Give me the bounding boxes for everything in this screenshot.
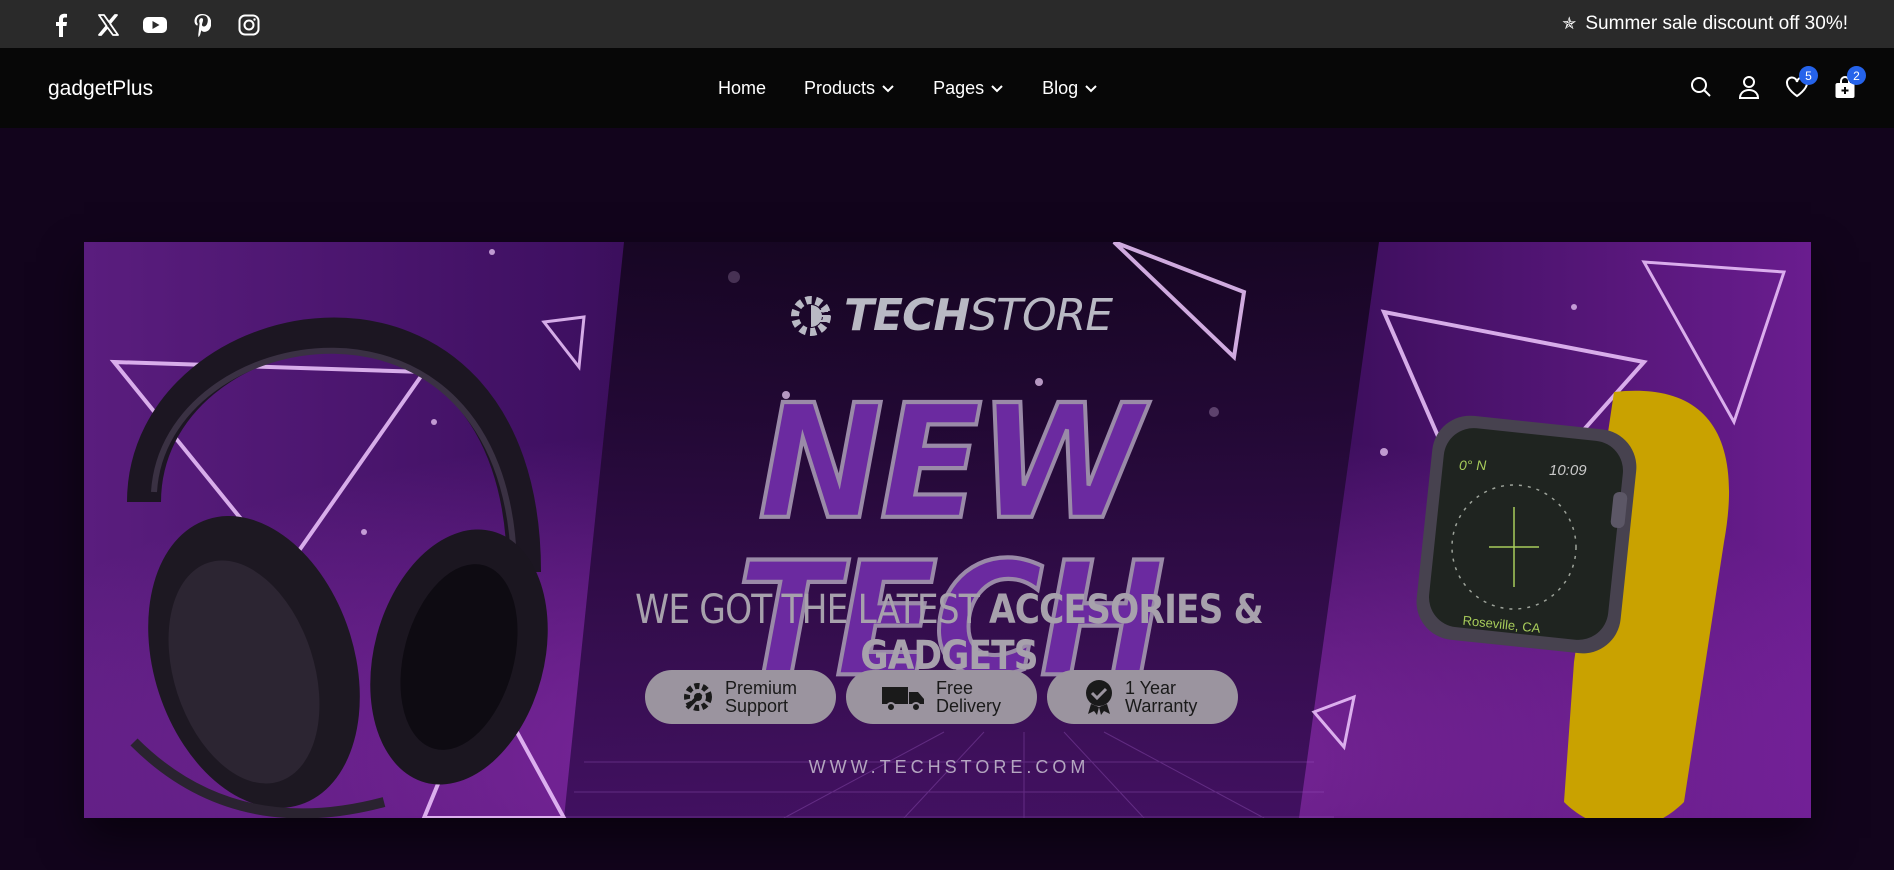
account-button[interactable] xyxy=(1736,74,1762,100)
feature-line2: Warranty xyxy=(1125,696,1198,716)
menu-item-label: Pages xyxy=(933,78,985,98)
pinterest-icon[interactable] xyxy=(189,12,214,37)
main-menu: Home Products Pages Blog xyxy=(718,78,1098,99)
menu-item-label: Home xyxy=(718,78,767,98)
feature-pills: Premium Support Free Delivery 1 Year War… xyxy=(645,670,1238,724)
menu-item-blog[interactable]: Blog xyxy=(1042,78,1098,99)
promo-banner: ✯ Summer sale discount off 30%! xyxy=(1562,13,1848,35)
hero-section: 0° N 10:09 Roseville, CA TECHSTORE NEW T… xyxy=(0,128,1894,870)
cart-button[interactable]: 2 xyxy=(1832,66,1866,100)
watch-time: 10:09 xyxy=(1549,462,1587,479)
chevron-down-icon xyxy=(1085,84,1097,92)
feature-line1: Free xyxy=(936,678,974,698)
promo-text: Summer sale discount off 30%! xyxy=(1585,13,1848,34)
feature-line1: Premium xyxy=(725,678,798,698)
hero-banner-image[interactable]: 0° N 10:09 Roseville, CA TECHSTORE NEW T… xyxy=(84,242,1811,818)
menu-item-products[interactable]: Products xyxy=(804,78,895,99)
top-bar: ✯ Summer sale discount off 30%! xyxy=(0,0,1894,48)
brand-light: STORE xyxy=(969,290,1113,341)
banner-url: WWW.TECHSTORE.COM xyxy=(808,757,1090,777)
instagram-icon[interactable] xyxy=(236,12,261,37)
feature-line2: Delivery xyxy=(936,696,1002,716)
warranty-badge-icon xyxy=(1086,680,1112,715)
feature-line2: Support xyxy=(725,696,789,716)
social-links xyxy=(48,12,261,37)
search-button[interactable] xyxy=(1688,74,1714,100)
chevron-down-icon xyxy=(882,84,894,92)
wishlist-button[interactable]: 5 xyxy=(1784,66,1818,100)
main-navbar: gadgetPlus Home Products Pages Blog 5 2 xyxy=(0,48,1894,128)
x-icon[interactable] xyxy=(95,12,120,37)
facebook-icon[interactable] xyxy=(48,12,73,37)
feature-free-delivery: Free Delivery xyxy=(846,670,1037,724)
menu-item-label: Products xyxy=(804,78,876,98)
feature-line1: 1 Year xyxy=(1125,678,1177,698)
gear-logo-icon xyxy=(791,295,831,336)
feature-premium-support: Premium Support xyxy=(645,670,836,724)
subline-light: WE GOT THE LATEST xyxy=(635,587,989,633)
header-actions: 5 2 xyxy=(1688,66,1866,100)
menu-item-home[interactable]: Home xyxy=(718,78,766,99)
menu-item-pages[interactable]: Pages xyxy=(933,78,1004,99)
truck-icon xyxy=(882,687,924,712)
chevron-down-icon xyxy=(991,84,1003,92)
menu-item-label: Blog xyxy=(1042,78,1079,98)
brand-logo: TECHSTORE xyxy=(564,290,1334,341)
feature-warranty: 1 Year Warranty xyxy=(1047,670,1238,724)
star-icon: ✯ xyxy=(1562,14,1577,33)
search-icon xyxy=(1691,77,1711,97)
cart-count-badge: 2 xyxy=(1847,66,1866,85)
gear-wrench-icon xyxy=(684,683,712,711)
brand-bold: TECH xyxy=(844,290,970,341)
watch-heading: 0° N xyxy=(1459,457,1487,473)
banner-content: TECHSTORE NEW TECH WE GOT THE LATEST ACC… xyxy=(564,242,1334,818)
youtube-icon[interactable] xyxy=(142,12,167,37)
wishlist-count-badge: 5 xyxy=(1799,66,1818,85)
site-logo[interactable]: gadgetPlus xyxy=(48,77,153,101)
subline: WE GOT THE LATEST ACCESORIES & GADGETS xyxy=(618,587,1280,679)
user-icon xyxy=(1738,76,1760,99)
